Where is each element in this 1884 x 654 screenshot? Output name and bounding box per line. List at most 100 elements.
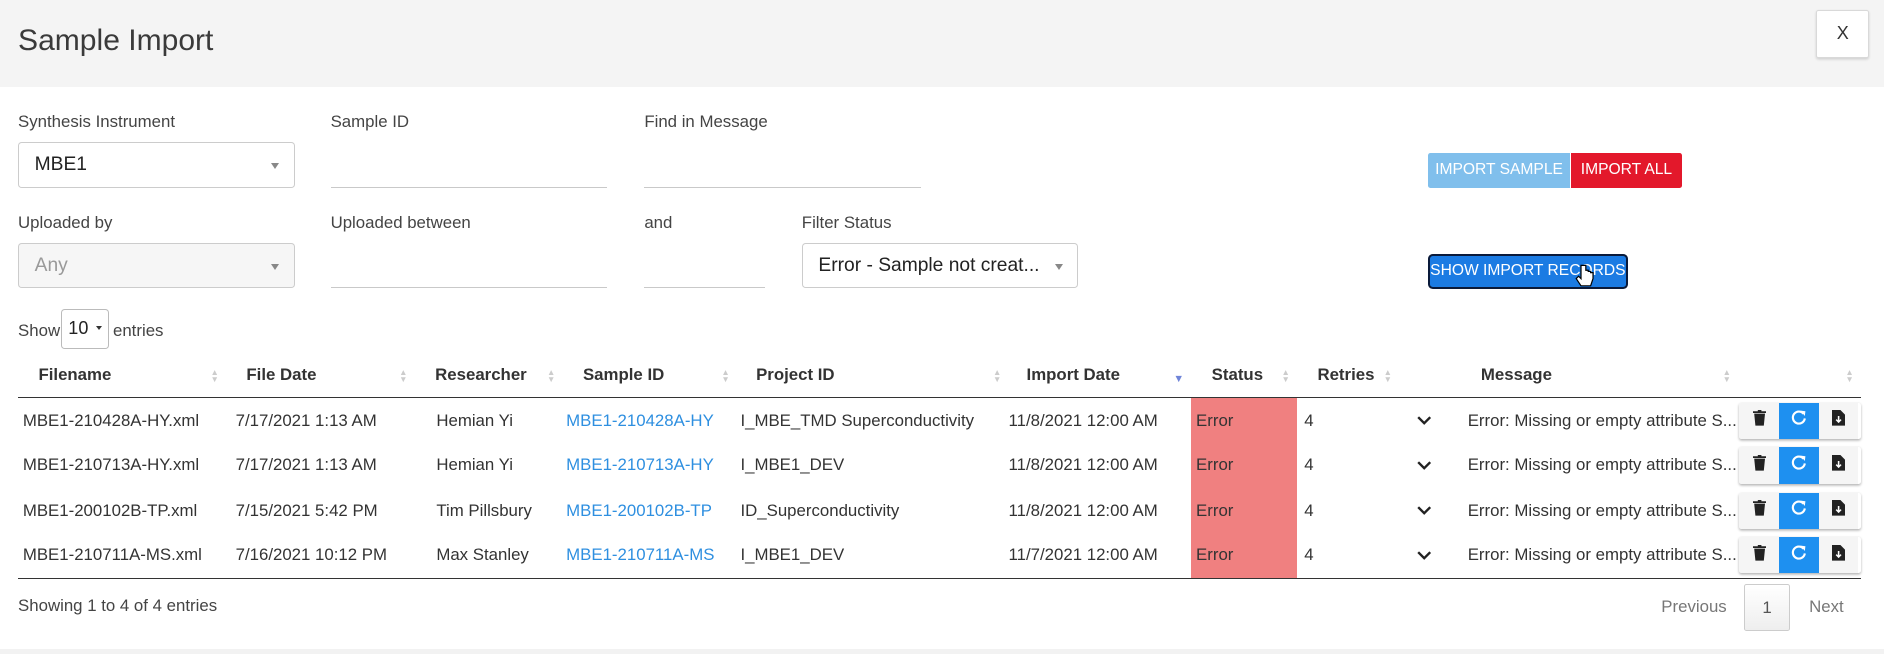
close-button[interactable]: X xyxy=(1816,9,1870,58)
expand-row-button[interactable] xyxy=(1399,533,1460,579)
column-researcher[interactable]: Researcher ▲ ▼ xyxy=(414,353,563,399)
page-title: Sample Import xyxy=(18,24,214,58)
page-1-button[interactable]: 1 xyxy=(1744,584,1790,632)
expand-row-button[interactable] xyxy=(1399,443,1459,488)
instrument-select[interactable]: MBE1 xyxy=(18,141,295,188)
sort-icon: ▲ ▼ xyxy=(1845,367,1854,385)
entries-select[interactable]: 10 xyxy=(61,308,110,349)
sort-icon: ▲ ▼ xyxy=(1722,367,1731,385)
file-download-icon xyxy=(1831,500,1846,521)
chevron-down-icon xyxy=(1417,551,1432,560)
entries-label: entries xyxy=(112,320,164,340)
trash-icon xyxy=(1752,545,1766,566)
sample-id-link[interactable]: MBE1-200102B-TP xyxy=(563,488,737,533)
trash-icon xyxy=(1752,410,1766,431)
import-date-cell: 11/8/2021 12:00 AM xyxy=(1008,410,1158,430)
status-cell: Error xyxy=(1191,442,1298,489)
row-actions xyxy=(1739,402,1861,439)
row-actions xyxy=(1739,537,1861,574)
retries-cell: 4 xyxy=(1304,410,1314,430)
download-button[interactable] xyxy=(1818,402,1859,439)
researcher-cell: Max Stanley xyxy=(414,533,563,579)
retries-cell: 4 xyxy=(1304,455,1314,475)
import-sample-button[interactable]: IMPORT SAMPLE xyxy=(1428,152,1570,188)
delete-button[interactable] xyxy=(1739,492,1779,529)
column-message[interactable]: Message ▲ ▼ xyxy=(1459,353,1739,399)
download-button[interactable] xyxy=(1818,492,1859,529)
uploaded-by-label: Uploaded by xyxy=(18,212,113,232)
sort-icon: ▲ ▼ xyxy=(1383,367,1392,385)
expand-row-button[interactable] xyxy=(1399,398,1459,443)
row-actions xyxy=(1739,492,1861,529)
table-row: MBE1-210713A-HY.xml 7/17/2021 1:13 AM Hemi… xyxy=(18,442,1861,489)
download-button[interactable] xyxy=(1818,537,1859,574)
message-cell: Error: Missing or empty attribute S... xyxy=(1467,455,1737,475)
bottom-divider xyxy=(0,649,1884,654)
next-button[interactable]: Next xyxy=(1809,597,1844,617)
status-cell: Error xyxy=(1191,397,1298,443)
show-label: Show xyxy=(18,320,61,340)
column-status[interactable]: Status ▲ ▼ xyxy=(1191,353,1298,399)
delete-button[interactable] xyxy=(1739,447,1779,484)
delete-button[interactable] xyxy=(1739,402,1779,439)
uploaded-to-input[interactable] xyxy=(644,243,765,289)
project-id-cell: I_MBE_TMD Superconductivity xyxy=(740,410,975,430)
column-import-date[interactable]: Import Date ▼ xyxy=(1008,353,1192,399)
retry-button[interactable] xyxy=(1779,537,1819,574)
sort-icon: ▲ ▼ xyxy=(1281,367,1290,385)
refresh-icon xyxy=(1791,545,1807,566)
uploaded-by-value: Any xyxy=(34,254,68,276)
file-download-icon xyxy=(1831,455,1846,476)
column-expand xyxy=(1399,353,1460,399)
import-date-cell: 11/7/2021 12:00 AM xyxy=(1008,533,1192,579)
filter-status-label: Filter Status xyxy=(801,212,892,232)
retry-button[interactable] xyxy=(1779,492,1819,529)
uploaded-between-label: Uploaded between xyxy=(330,212,471,232)
column-retries[interactable]: Retries ▲ ▼ xyxy=(1297,353,1400,399)
retries-cell: 4 xyxy=(1304,500,1314,520)
retry-button[interactable] xyxy=(1779,402,1819,439)
uploaded-from-input[interactable] xyxy=(330,243,608,289)
sort-icon: ▲ ▼ xyxy=(547,367,556,385)
message-cell: Error: Missing or empty attribute S... xyxy=(1467,410,1737,430)
column-file-date[interactable]: File Date ▲ ▼ xyxy=(225,353,415,399)
sort-desc-icon: ▼ xyxy=(1173,373,1185,386)
expand-row-button[interactable] xyxy=(1399,488,1459,533)
filter-status-select[interactable]: Error - Sample not creat... xyxy=(801,242,1079,289)
column-sample-id[interactable]: Sample ID ▲ ▼ xyxy=(562,353,737,399)
status-cell: Error xyxy=(1191,488,1298,534)
researcher-cell: Hemian Yi xyxy=(436,455,513,475)
table-row: MBE1-200102B-TP.xml 7/15/2021 5:42 PM Tim … xyxy=(18,488,1861,534)
modal-header: Sample Import X xyxy=(0,0,1884,87)
sample-id-input[interactable] xyxy=(330,142,608,188)
filename-cell: MBE1-210428A-HY.xml xyxy=(22,410,200,430)
filename-cell: MBE1-200102B-TP.xml xyxy=(22,500,198,520)
trash-icon xyxy=(1752,500,1766,521)
row-actions xyxy=(1739,447,1861,484)
sample-id-link[interactable]: MBE1-210711A-MS xyxy=(562,533,737,579)
column-project-id[interactable]: Project ID ▲ ▼ xyxy=(736,353,1009,399)
sort-icon: ▲ ▼ xyxy=(721,367,730,385)
retry-button[interactable] xyxy=(1779,447,1819,484)
download-button[interactable] xyxy=(1818,447,1859,484)
entries-value: 10 xyxy=(68,318,89,339)
previous-button[interactable]: Previous xyxy=(1661,597,1726,617)
message-cell: Error: Missing or empty attribute S... xyxy=(1459,533,1739,579)
column-filename[interactable]: Filename ▲ ▼ xyxy=(18,353,226,399)
delete-button[interactable] xyxy=(1739,537,1779,574)
table-header-row: Filename ▲ ▼ File Date ▲ ▼ Researcher ▲ ▼ Samp… xyxy=(18,353,1861,399)
table-row: MBE1-210428A-HY.xml 7/17/2021 1:13 AM Hemi… xyxy=(18,397,1861,443)
sample-id-label: Sample ID xyxy=(330,111,410,131)
column-actions[interactable]: ▲ ▼ xyxy=(1738,353,1861,399)
uploaded-by-select[interactable]: Any xyxy=(18,242,295,289)
show-import-records-button[interactable]: SHOW IMPORT RECORDS xyxy=(1428,253,1628,289)
import-date-cell: 11/8/2021 12:00 AM xyxy=(1008,455,1158,475)
find-message-input[interactable] xyxy=(644,142,921,188)
instrument-label: Synthesis Instrument xyxy=(18,111,176,131)
instrument-value: MBE1 xyxy=(34,153,87,175)
import-all-button[interactable]: IMPORT ALL xyxy=(1571,152,1682,188)
sample-id-link[interactable]: MBE1-210428A-HY xyxy=(563,398,737,443)
sample-id-link[interactable]: MBE1-210713A-HY xyxy=(563,443,737,488)
chevron-down-icon xyxy=(1417,461,1432,470)
filename-cell: MBE1-210711A-MS.xml xyxy=(18,533,226,579)
